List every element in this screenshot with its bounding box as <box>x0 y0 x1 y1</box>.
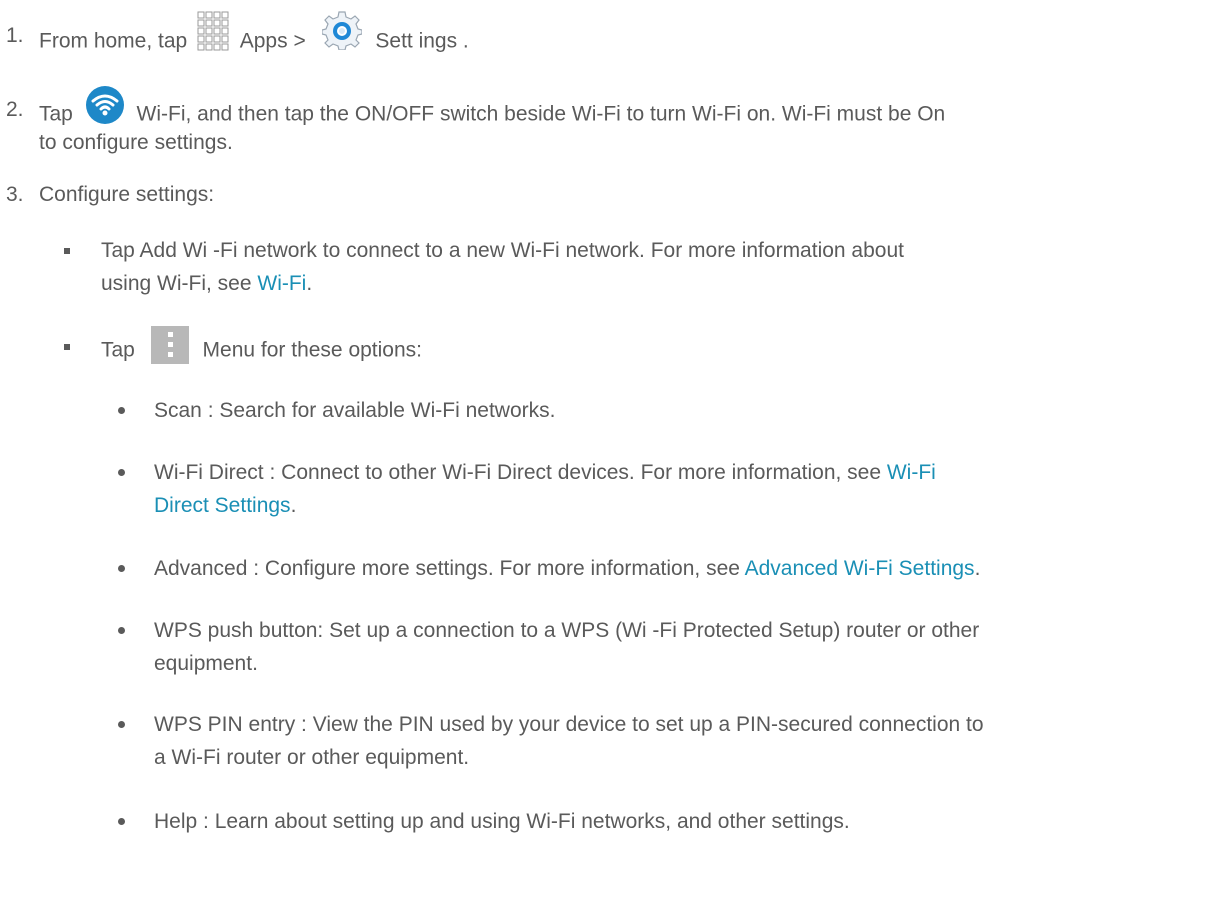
add-network-line-2: using Wi-Fi, see Wi-Fi. <box>101 269 312 299</box>
step-1-text: From home, tap Apps > Sett ings . <box>39 11 469 63</box>
round-bullet-icon <box>118 469 125 476</box>
wifi-direct-settings-link[interactable]: Wi-Fi <box>887 461 936 484</box>
round-bullet-icon <box>118 818 125 825</box>
step-2-before: Tap <box>39 102 79 126</box>
step-3-number: 3. <box>6 183 24 206</box>
menu-kebab-icon <box>150 326 189 364</box>
option-wps-push-line-1: WPS push button: Set up a connection to … <box>154 619 980 642</box>
settings-label: Sett ings . <box>369 29 469 53</box>
menu-line: Tap Menu for these options: <box>101 326 423 370</box>
menu-after: Menu for these options: <box>196 338 423 362</box>
add-network-line-1: Tap Add Wi -Fi network to connect to a n… <box>101 239 904 262</box>
step-2-line-2: to configure settings. <box>39 131 233 154</box>
add-network-suffix: . <box>306 272 313 295</box>
step-2-text-1: Wi-Fi, and then tap the ON/OFF switch be… <box>130 102 946 126</box>
advanced-wifi-settings-link[interactable]: Advanced Wi-Fi Settings <box>745 557 975 580</box>
step-1-before: From home, tap <box>39 29 194 53</box>
option-wifi-direct-line-2: Direct Settings. <box>154 491 296 521</box>
round-bullet-icon <box>118 627 125 634</box>
settings-gear-icon <box>320 10 363 51</box>
apps-grid-icon <box>197 11 229 53</box>
wifi-icon <box>85 85 125 125</box>
wifi-link[interactable]: Wi-Fi <box>257 272 306 295</box>
square-bullet-icon <box>64 248 70 254</box>
square-bullet-icon <box>64 344 70 350</box>
option-wps-push-line-2: equipment. <box>154 652 258 675</box>
step-2-number: 2. <box>6 98 24 121</box>
option-advanced-prefix: Advanced : Configure more settings. For … <box>154 557 745 580</box>
option-help: Help : Learn about setting up and using … <box>154 810 850 833</box>
round-bullet-icon <box>118 721 125 728</box>
add-network-prefix: using Wi-Fi, see <box>101 272 258 295</box>
menu-before: Tap <box>101 338 141 362</box>
step-3-text: Configure settings: <box>39 183 215 206</box>
option-wifi-direct-prefix: Wi-Fi Direct : Connect to other Wi-Fi Di… <box>154 461 887 484</box>
option-advanced-suffix: . <box>974 557 981 580</box>
round-bullet-icon <box>118 565 125 572</box>
option-wps-pin-line-1: WPS PIN entry : View the PIN used by you… <box>154 713 984 736</box>
option-scan: Scan : Search for available Wi-Fi networ… <box>154 399 556 422</box>
step-1-number: 1. <box>6 24 24 47</box>
round-bullet-icon <box>118 407 125 414</box>
apps-label: Apps > <box>235 29 312 53</box>
wifi-direct-settings-link-continued[interactable]: Direct Settings <box>154 494 291 517</box>
option-wps-pin-line-2: a Wi-Fi router or other equipment. <box>154 746 470 769</box>
option-advanced: Advanced : Configure more settings. For … <box>154 554 980 584</box>
option-wifi-direct-suffix: . <box>290 494 297 517</box>
option-wifi-direct-line-1: Wi-Fi Direct : Connect to other Wi-Fi Di… <box>154 458 936 488</box>
